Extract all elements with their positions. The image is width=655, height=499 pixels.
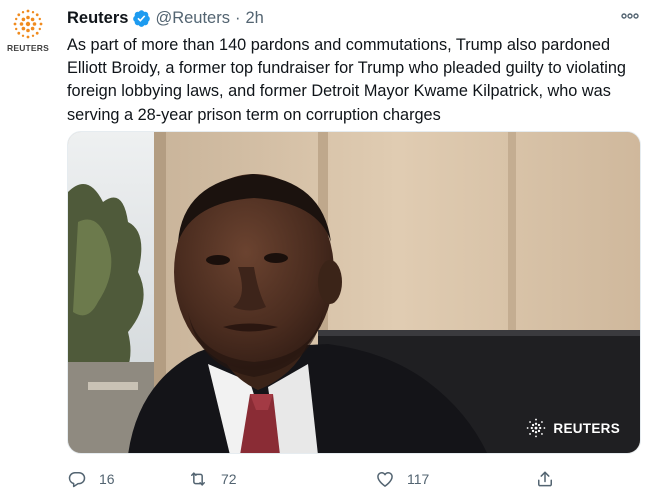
tweet-header: Reuters @Reuters · 2h [67,6,625,30]
like-count: 117 [407,471,430,487]
heart-icon [377,472,393,487]
header-separator: · [234,8,241,27]
tweet-card[interactable]: REUTERS Reuters @Reuters · 2h As part of… [0,0,655,499]
more-options-icon[interactable] [619,8,641,24]
avatar-logo-word: REUTERS [6,43,50,53]
avatar[interactable]: REUTERS [6,7,50,57]
verified-badge-icon [132,9,151,28]
retweet-button[interactable]: 72 [187,469,375,489]
reply-button[interactable]: 16 [67,469,187,489]
tweet-actions: 16 72 117 [67,466,627,492]
reply-icon [68,472,86,488]
tweet-timestamp[interactable]: 2h [245,9,263,28]
reuters-watermark-icon [527,418,546,438]
retweet-icon [191,472,205,486]
watermark-word: REUTERS [553,420,620,436]
photo-image [68,132,640,453]
tweet-text: As part of more than 140 pardons and com… [67,36,626,124]
retweet-count: 72 [221,471,237,487]
reuters-logo-icon [13,9,43,39]
share-icon [538,471,552,487]
tweet-photo[interactable]: REUTERS [67,131,641,454]
reply-count: 16 [99,471,115,487]
author-name[interactable]: Reuters [67,9,128,28]
photo-watermark: REUTERS [525,417,620,439]
share-button[interactable] [535,469,555,489]
like-button[interactable]: 117 [375,469,535,489]
author-handle[interactable]: @Reuters [155,9,230,28]
